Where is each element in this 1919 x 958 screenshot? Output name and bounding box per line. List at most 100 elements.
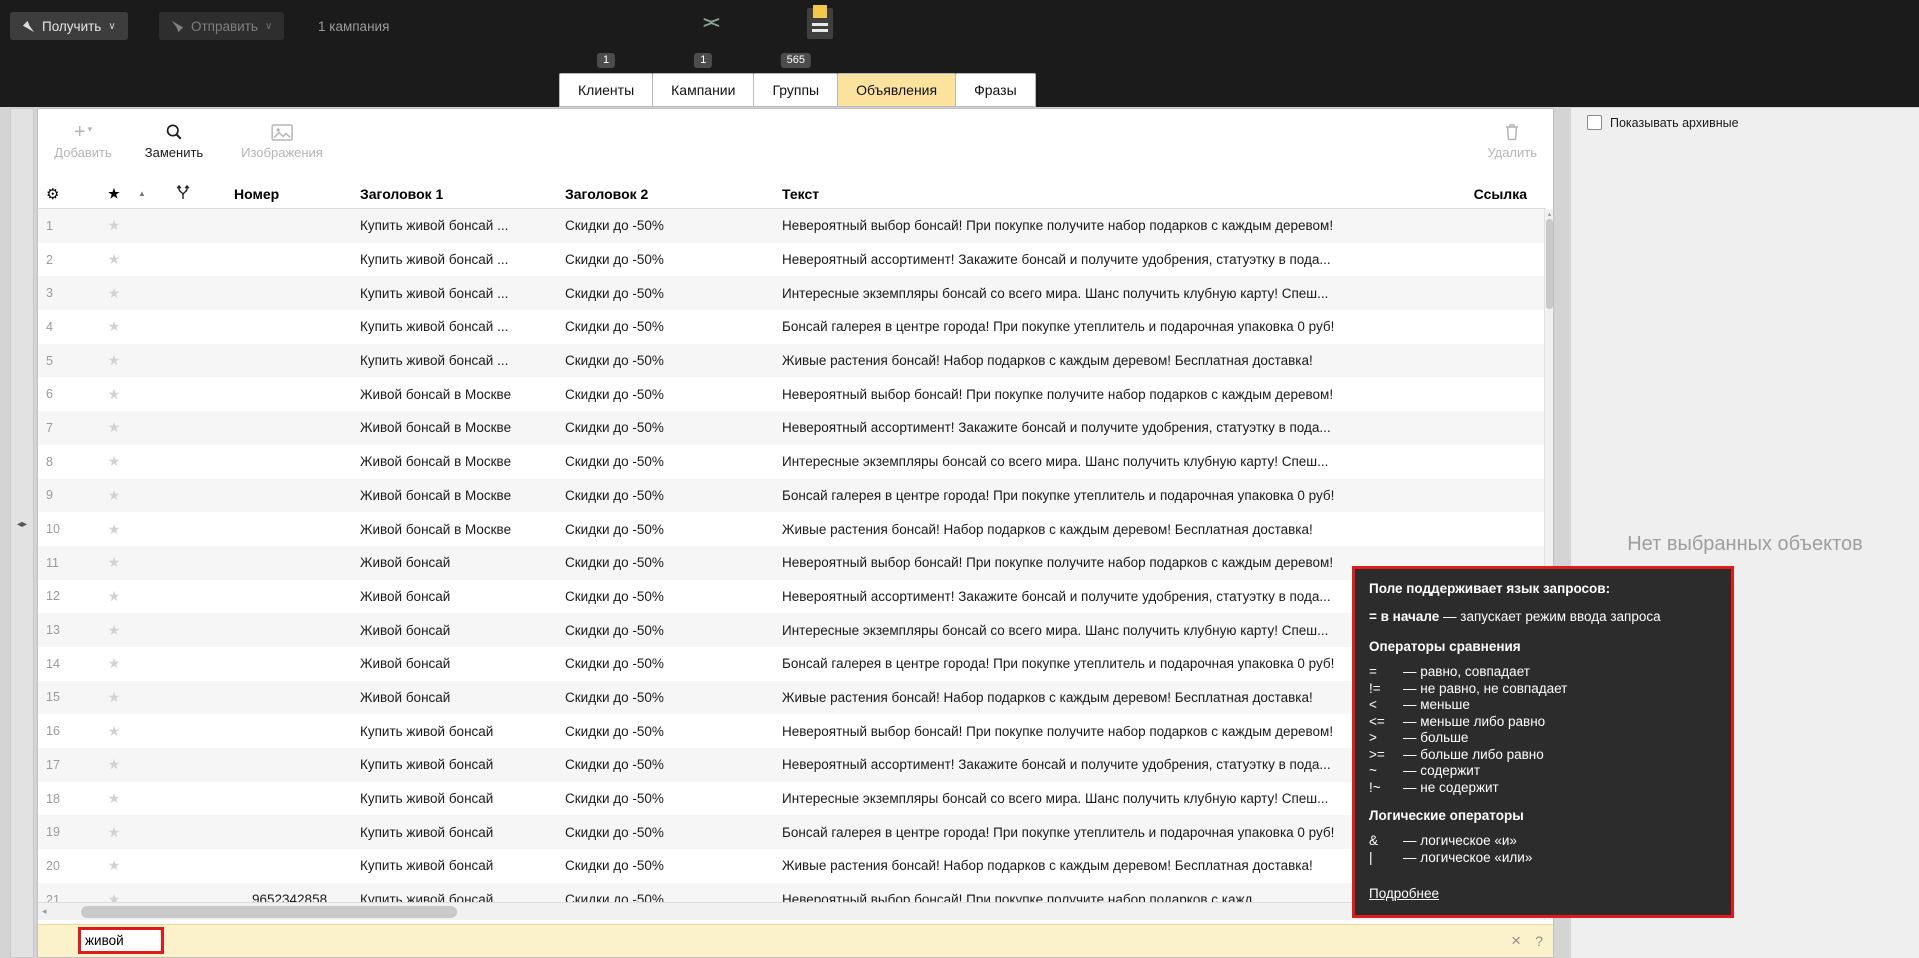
- table-row[interactable]: 8★Живой бонсай в МосквеСкидки до -50%Инт…: [38, 445, 1546, 479]
- table-row[interactable]: 9★Живой бонсай в МосквеСкидки до -50%Бон…: [38, 479, 1546, 513]
- table-row[interactable]: 18★Купить живой бонсайСкидки до -50%Инте…: [38, 782, 1546, 816]
- table-row[interactable]: 10★Живой бонсай в МосквеСкидки до -50%Жи…: [38, 512, 1546, 546]
- cell-title2: Скидки до -50%: [565, 353, 782, 368]
- star-icon[interactable]: ★: [96, 453, 132, 470]
- star-icon[interactable]: ★: [96, 251, 132, 268]
- fork-icon[interactable]: [168, 185, 218, 203]
- checkbox-icon[interactable]: [1587, 115, 1602, 130]
- help-icon[interactable]: ?: [1535, 933, 1543, 949]
- tab-clients[interactable]: 1Клиенты: [559, 73, 653, 107]
- tab-campaigns[interactable]: 1Кампании: [652, 73, 754, 107]
- add-button[interactable]: + ▾ Добавить: [54, 122, 111, 160]
- star-icon[interactable]: ★: [96, 655, 132, 672]
- cell-title2: Скидки до -50%: [565, 791, 782, 806]
- star-icon[interactable]: ★: [96, 318, 132, 335]
- tab-groups[interactable]: 565Группы: [753, 73, 838, 107]
- send-button-label: Отправить: [191, 19, 258, 34]
- media-panel-icon[interactable]: [806, 5, 834, 46]
- star-icon[interactable]: ★: [96, 723, 132, 740]
- delete-button[interactable]: Удалить: [1487, 122, 1537, 160]
- star-icon[interactable]: ★: [96, 689, 132, 706]
- chevron-down-icon: ∨: [265, 21, 272, 32]
- table-row[interactable]: 4★Купить живой бонсай ...Скидки до -50%Б…: [38, 310, 1546, 344]
- panel-splitter-icon[interactable]: ◂▸: [12, 519, 32, 530]
- table-row[interactable]: 12★Живой бонсайСкидки до -50%Невероятный…: [38, 580, 1546, 614]
- star-icon[interactable]: ★: [96, 857, 132, 874]
- star-icon[interactable]: ★: [96, 554, 132, 571]
- table-row[interactable]: 19★Купить живой бонсайСкидки до -50%Бонс…: [38, 815, 1546, 849]
- operator-symbol: !=: [1369, 681, 1403, 698]
- operator-description: — равно, совпадает: [1403, 664, 1530, 681]
- table-row[interactable]: 13★Живой бонсайСкидки до -50%Интересные …: [38, 613, 1546, 647]
- replace-button[interactable]: Заменить: [145, 122, 203, 160]
- table-row[interactable]: 5★Купить живой бонсай ...Скидки до -50%Ж…: [38, 344, 1546, 378]
- cell-title1: Купить живой бонсай: [360, 757, 565, 772]
- table-row[interactable]: 21★9652342858Купить живой бонсайСкидки д…: [38, 883, 1546, 902]
- star-icon[interactable]: ★: [96, 419, 132, 436]
- table-row[interactable]: 17★Купить живой бонсайСкидки до -50%Неве…: [38, 748, 1546, 782]
- column-header-title2[interactable]: Заголовок 2: [565, 186, 782, 202]
- column-settings-gear-icon[interactable]: ⚙: [38, 185, 96, 203]
- column-header-link[interactable]: Ссылка: [1458, 186, 1546, 202]
- table-row[interactable]: 20★Купить живой бонсайСкидки до -50%Живы…: [38, 849, 1546, 883]
- table-row[interactable]: 6★Живой бонсай в МосквеСкидки до -50%Нев…: [38, 377, 1546, 411]
- star-icon[interactable]: ★: [96, 285, 132, 302]
- close-icon[interactable]: ×: [1511, 932, 1521, 949]
- star-icon[interactable]: ★: [96, 588, 132, 605]
- row-index: 12: [38, 589, 96, 603]
- column-header-number[interactable]: Номер: [218, 186, 360, 202]
- table-row[interactable]: 3★Купить живой бонсай ...Скидки до -50%И…: [38, 276, 1546, 310]
- tab-ads[interactable]: Объявления: [837, 73, 956, 107]
- sort-asc-icon[interactable]: ▲: [132, 189, 168, 198]
- row-index: 5: [38, 354, 96, 368]
- cell-title1: Купить живой бонсай: [360, 791, 565, 806]
- horizontal-scrollbar[interactable]: ◂ ▸: [38, 902, 1546, 920]
- cell-title1: Живой бонсай в Москве: [360, 454, 565, 469]
- table-row[interactable]: 15★Живой бонсайСкидки до -50%Живые расте…: [38, 681, 1546, 715]
- star-icon[interactable]: ★: [96, 521, 132, 538]
- collapse-columns-icon[interactable]: ><: [703, 13, 717, 33]
- star-icon[interactable]: ★: [96, 756, 132, 773]
- operator-description: — логическое «или»: [1403, 850, 1532, 867]
- trash-icon: [1504, 122, 1520, 142]
- get-button[interactable]: Получить ∨: [10, 12, 128, 40]
- star-icon[interactable]: ★: [96, 386, 132, 403]
- show-archived-checkbox-row[interactable]: Показывать архивные: [1587, 115, 1739, 130]
- star-column-header-icon[interactable]: ★: [96, 186, 132, 202]
- table-row[interactable]: 2★Купить живой бонсай ...Скидки до -50%Н…: [38, 243, 1546, 277]
- star-icon[interactable]: ★: [96, 790, 132, 807]
- table-row[interactable]: 11★Живой бонсайСкидки до -50%Невероятный…: [38, 546, 1546, 580]
- star-icon[interactable]: ★: [96, 352, 132, 369]
- scroll-up-icon[interactable]: ▴: [1545, 210, 1554, 218]
- operator-symbol: >: [1369, 730, 1403, 747]
- cell-title1: Живой бонсай: [360, 623, 565, 638]
- send-button[interactable]: Отправить ∨: [159, 12, 284, 40]
- images-button[interactable]: Изображения: [241, 122, 323, 160]
- operator-row: <— меньше: [1369, 697, 1717, 714]
- cell-title2: Скидки до -50%: [565, 656, 782, 671]
- operator-symbol: >=: [1369, 747, 1403, 764]
- star-icon[interactable]: ★: [96, 622, 132, 639]
- vertical-scrollbar-thumb[interactable]: [1546, 219, 1553, 309]
- star-icon[interactable]: ★: [96, 487, 132, 504]
- row-index: 3: [38, 286, 96, 300]
- star-icon[interactable]: ★: [96, 217, 132, 234]
- column-header-text[interactable]: Текст: [782, 186, 1458, 202]
- cell-title1: Живой бонсай в Москве: [360, 488, 565, 503]
- operator-description: — больше либо равно: [1403, 747, 1544, 764]
- cell-title1: Живой бонсай в Москве: [360, 522, 565, 537]
- table-row[interactable]: 14★Живой бонсайСкидки до -50%Бонсай гале…: [38, 647, 1546, 681]
- column-header-title1[interactable]: Заголовок 1: [360, 186, 565, 202]
- scroll-left-icon[interactable]: ◂: [42, 906, 47, 917]
- search-input[interactable]: [81, 930, 161, 951]
- row-index: 17: [38, 758, 96, 772]
- tooltip-intro-operator: = в начале: [1369, 609, 1439, 624]
- more-details-link[interactable]: Подробнее: [1369, 886, 1439, 901]
- tab-phrases[interactable]: Фразы: [955, 73, 1036, 107]
- horizontal-scrollbar-thumb[interactable]: [81, 906, 457, 918]
- star-icon[interactable]: ★: [96, 891, 132, 902]
- table-row[interactable]: 1★Купить живой бонсай ...Скидки до -50%Н…: [38, 209, 1546, 243]
- table-row[interactable]: 16★Купить живой бонсайСкидки до -50%Неве…: [38, 714, 1546, 748]
- star-icon[interactable]: ★: [96, 824, 132, 841]
- table-row[interactable]: 7★Живой бонсай в МосквеСкидки до -50%Нев…: [38, 411, 1546, 445]
